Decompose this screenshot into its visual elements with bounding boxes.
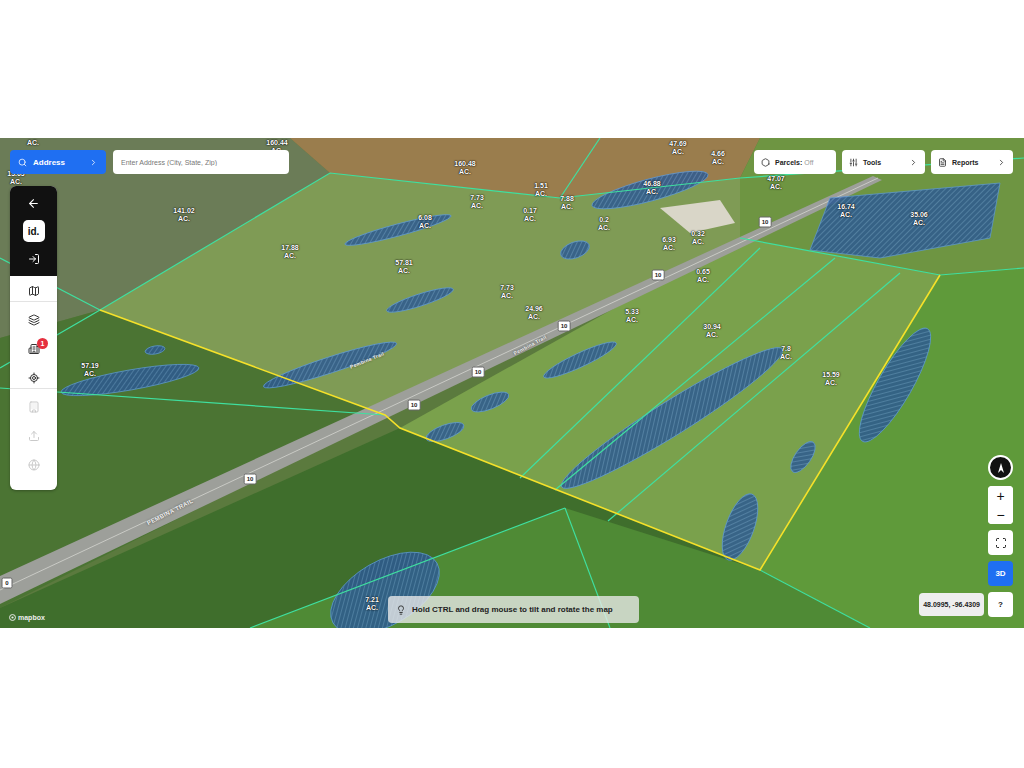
sidebar-item[interactable] [10,454,57,476]
back-button[interactable] [10,192,57,214]
parcel-label[interactable]: 7.8AC. [780,345,792,361]
sidebar-item-icon [28,459,40,471]
route-shield: 10 [244,474,257,485]
address-input[interactable] [113,150,289,174]
sidebar-item[interactable] [10,425,57,447]
parcel-label[interactable]: 0.17AC. [523,207,537,223]
parcel-label[interactable]: 0.65AC. [696,268,710,284]
route-shield: 10 [759,217,772,228]
button-icon [938,158,947,167]
badge: 1 [37,338,48,349]
sidebar-item-icon [28,314,40,326]
parcel-label[interactable]: 7.73AC. [500,284,514,300]
parcel-label[interactable]: 47.07AC. [767,175,785,191]
route-shield: 0 [2,578,13,589]
fit-button[interactable] [988,530,1013,555]
top-band [0,0,1024,138]
route-shield: 10 [408,400,421,411]
button-icon [761,158,770,167]
login-icon [28,253,40,265]
parcel-label[interactable]: 1.51AC. [534,182,548,198]
sidebar-item[interactable] [10,367,57,389]
chevron-icon [997,158,1006,167]
top-bar: Address Parcels: OffToolsReports [10,150,1013,174]
parcel-label[interactable]: 46.88AC. [643,180,661,196]
parcel-label[interactable]: 30.94AC. [703,323,721,339]
sidebar-list: 1 [10,276,57,476]
parcel-label[interactable]: 4.66AC. [711,150,725,166]
back-arrow-icon [27,197,40,210]
map-controls: +−3D48.0995, -96.4309? [919,455,1013,617]
chevron-icon [909,158,918,167]
sidebar-item-icon [28,401,40,413]
sidebar-item[interactable]: 1 [10,338,57,360]
sidebar-item[interactable] [10,309,57,331]
logo[interactable]: id. [23,220,45,242]
zoom-group: +− [988,486,1013,524]
sidebar-head: id. [10,186,57,276]
parcel-label[interactable]: 6.93AC. [662,236,676,252]
top-buttons: Parcels: OffToolsReports [754,150,1013,174]
search-group: Address [10,150,289,174]
parcel-label[interactable]: 141.02AC. [173,207,194,223]
parcel-label[interactable]: 57.19AC. [81,362,99,378]
parcel-label[interactable]: 15.59AC. [822,371,840,387]
route-shield: 10 [652,270,665,281]
top-button[interactable]: Parcels: Off [754,150,836,174]
parcel-label[interactable]: 24.96AC. [525,305,543,321]
parcel-label[interactable]: 17.88AC. [281,244,299,260]
top-button[interactable]: Tools [842,150,925,174]
hint-toast: Hold CTRL and drag mouse to tilt and rot… [388,596,639,623]
fit-icon [995,537,1007,549]
parcel-label[interactable]: 57.81AC. [395,259,413,275]
bottom-band [0,628,1024,768]
zoom-out-button[interactable]: − [988,505,1013,524]
compass[interactable] [988,455,1013,480]
top-button[interactable]: Reports [931,150,1013,174]
route-shield: 10 [558,321,571,332]
parcel-label[interactable]: 7.21AC. [365,596,379,612]
parcel-label[interactable]: AC. [27,139,39,147]
bottom-row: 48.0995, -96.4309? [919,592,1013,617]
sidebar-item-icon [28,372,40,384]
mapbox-logo-icon [9,614,16,621]
address-button[interactable]: Address [10,150,106,174]
route-shield: 10 [472,367,485,378]
zoom-in-button[interactable]: + [988,486,1013,505]
lightbulb-icon [396,605,406,615]
parcel-label[interactable]: 7.88AC. [560,195,574,211]
compass-icon [995,462,1007,474]
parcel-label[interactable]: 0.32AC. [691,230,705,246]
parcel-label[interactable]: 35.06AC. [910,211,928,227]
button-icon [849,158,858,167]
parcel-label[interactable]: 7.73AC. [470,194,484,210]
map-imagery[interactable] [0,138,1024,628]
parcel-label[interactable]: 0.2AC. [598,216,610,232]
sidebar-item[interactable] [10,396,57,418]
attribution[interactable]: mapbox [9,614,45,621]
parcel-label[interactable]: 5.33AC. [625,308,639,324]
search-icon [18,158,27,167]
sidebar-item[interactable] [10,280,57,302]
login-button[interactable] [10,248,57,270]
sidebar: id. 1 [10,186,57,490]
page: AC.160.44AC.13.63AC.141.02AC.160.48AC.47… [0,0,1024,768]
help-button[interactable]: ? [988,592,1013,617]
chevron-icon [89,158,98,167]
parcel-label[interactable]: 160.48AC. [454,160,475,176]
coordinates: 48.0995, -96.4309 [919,593,984,616]
map[interactable]: AC.160.44AC.13.63AC.141.02AC.160.48AC.47… [0,138,1024,628]
parcel-label[interactable]: 16.74AC. [837,203,855,219]
parcel-label[interactable]: 6.08AC. [418,214,432,230]
sidebar-item-icon [28,285,40,297]
parcel-label[interactable]: 47.69AC. [669,140,687,156]
3d-button[interactable]: 3D [988,561,1013,586]
sidebar-item-icon [28,430,40,442]
